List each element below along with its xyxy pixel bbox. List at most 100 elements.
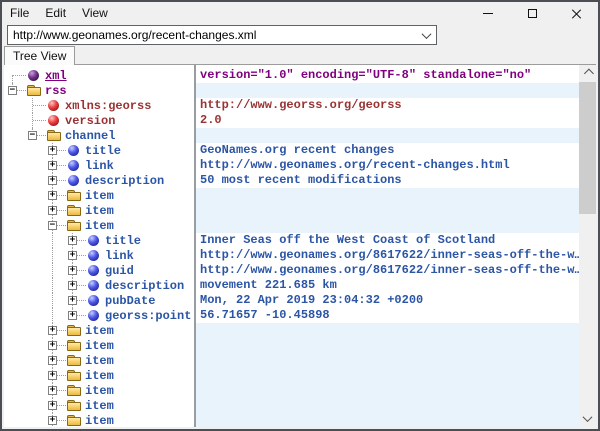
tree-node-label: title bbox=[83, 144, 121, 158]
value-row[interactable]: Inner Seas off the West Coast of Scotlan… bbox=[196, 233, 596, 248]
tree-guide bbox=[6, 413, 26, 427]
value-row[interactable]: movement 221.685 km bbox=[196, 278, 596, 293]
maximize-button[interactable] bbox=[510, 2, 554, 24]
expand-icon[interactable]: + bbox=[48, 401, 57, 410]
menu-edit[interactable]: Edit bbox=[37, 3, 74, 23]
scroll-up-button[interactable] bbox=[579, 65, 596, 82]
tree-node-label: item bbox=[83, 399, 114, 413]
tree-node-pubDate[interactable]: +pubDate bbox=[4, 293, 194, 308]
value-row[interactable]: version="1.0" encoding="UTF-8" standalon… bbox=[196, 68, 596, 83]
tree-guide bbox=[6, 323, 26, 338]
tree-guide bbox=[26, 293, 46, 308]
expand-icon[interactable]: + bbox=[68, 281, 77, 290]
collapse-icon[interactable]: − bbox=[28, 131, 37, 140]
tree-node-label: rss bbox=[43, 84, 67, 98]
tree-node-item[interactable]: + item bbox=[4, 398, 194, 413]
tree-node-description[interactable]: + description bbox=[4, 278, 194, 293]
expand-icon[interactable]: + bbox=[68, 236, 77, 245]
tree-node-item[interactable]: +item bbox=[4, 323, 194, 338]
tree-node-label: description bbox=[103, 279, 184, 293]
expand-icon[interactable]: + bbox=[48, 191, 57, 200]
scrollbar-thumb[interactable] bbox=[579, 82, 596, 214]
collapse-icon[interactable]: − bbox=[48, 221, 57, 230]
tree-node-guid[interactable]: +guid bbox=[4, 263, 194, 278]
expand-icon[interactable]: + bbox=[48, 146, 57, 155]
tree-node-link[interactable]: +link bbox=[4, 248, 194, 263]
close-button[interactable] bbox=[554, 2, 598, 24]
tree-node-title[interactable]: +title bbox=[4, 233, 194, 248]
tree-guide: + bbox=[46, 323, 66, 338]
tree-node-item[interactable]: −item bbox=[4, 218, 194, 233]
expand-icon[interactable]: + bbox=[48, 341, 57, 350]
element-icon bbox=[66, 143, 83, 158]
tree-node-description[interactable]: +description bbox=[4, 173, 194, 188]
expand-icon[interactable]: + bbox=[48, 386, 57, 395]
value-row[interactable]: 56.71657 -10.45898 bbox=[196, 308, 596, 323]
tree-guide: + bbox=[46, 203, 66, 218]
expand-icon[interactable]: + bbox=[48, 356, 57, 365]
tree-node-item[interactable]: + item bbox=[4, 338, 194, 353]
expand-icon[interactable]: + bbox=[48, 326, 57, 335]
tree-node-label: item bbox=[83, 189, 114, 203]
chevron-up-icon bbox=[584, 69, 594, 79]
value-row[interactable]: http://www.geonames.org/8617622/inner-se… bbox=[196, 248, 596, 263]
collapse-icon[interactable]: − bbox=[8, 86, 17, 95]
value-row[interactable]: Mon, 22 Apr 2019 23:04:32 +0200 bbox=[196, 293, 596, 308]
tree-node-link[interactable]: +link bbox=[4, 158, 194, 173]
expand-icon[interactable]: + bbox=[68, 311, 77, 320]
tree-guide: + bbox=[46, 143, 66, 158]
url-combobox[interactable] bbox=[7, 25, 437, 45]
tree-node-item[interactable]: +item bbox=[4, 353, 194, 368]
value-row[interactable]: http://www.geonames.org/recent-changes.h… bbox=[196, 158, 596, 173]
tree-node-item[interactable]: +item bbox=[4, 413, 194, 427]
tree-node-xml[interactable]: xml bbox=[4, 68, 194, 83]
menu-view[interactable]: View bbox=[74, 3, 116, 23]
tree-guide bbox=[26, 98, 46, 113]
value-row[interactable]: 50 most recent modifications bbox=[196, 173, 596, 188]
menu-bar: FileEditView bbox=[2, 2, 598, 24]
expand-icon[interactable]: + bbox=[68, 296, 77, 305]
tree-node-item[interactable]: +item bbox=[4, 383, 194, 398]
tree-node-rss[interactable]: − rss bbox=[4, 83, 194, 98]
expand-icon[interactable]: + bbox=[68, 251, 77, 260]
expand-icon[interactable]: + bbox=[48, 161, 57, 170]
element-icon bbox=[66, 173, 83, 188]
expand-icon[interactable]: + bbox=[48, 176, 57, 185]
tree-guide: + bbox=[46, 413, 66, 427]
expand-icon[interactable]: + bbox=[48, 206, 57, 215]
chevron-down-icon bbox=[422, 29, 432, 39]
value-row[interactable]: http://www.georss.org/georss bbox=[196, 98, 596, 113]
tree-node-label: version bbox=[63, 114, 115, 128]
folder-icon bbox=[66, 368, 83, 383]
value-row[interactable]: GeoNames.org recent changes bbox=[196, 143, 596, 158]
tree-node-item[interactable]: +item bbox=[4, 203, 194, 218]
tree-guide: + bbox=[46, 158, 66, 173]
tab-tree-view[interactable]: Tree View bbox=[4, 46, 75, 65]
tree-node-title[interactable]: + title bbox=[4, 143, 194, 158]
xml-declaration-icon bbox=[26, 68, 43, 83]
value-row[interactable]: http://www.geonames.org/8617622/inner-se… bbox=[196, 263, 596, 278]
tree-guide bbox=[6, 158, 26, 173]
expand-icon[interactable]: + bbox=[48, 416, 57, 425]
folder-icon bbox=[46, 128, 63, 143]
value-row[interactable]: 2.0 bbox=[196, 113, 596, 128]
tree-node-item[interactable]: + item bbox=[4, 188, 194, 203]
tree-node-item[interactable]: +item bbox=[4, 368, 194, 383]
menu-file[interactable]: File bbox=[2, 3, 37, 23]
scroll-down-button[interactable] bbox=[579, 410, 596, 427]
tree-node-version[interactable]: version bbox=[4, 113, 194, 128]
expand-icon[interactable]: + bbox=[48, 371, 57, 380]
value-row bbox=[196, 323, 596, 338]
tree-node-xmlns:georss[interactable]: xmlns:georss bbox=[4, 98, 194, 113]
tree-guide bbox=[6, 68, 26, 83]
vertical-scrollbar[interactable] bbox=[579, 65, 596, 427]
tree-node-georss:point[interactable]: +georss:point bbox=[4, 308, 194, 323]
tree-node-label: item bbox=[83, 339, 114, 353]
tree-node-channel[interactable]: −channel bbox=[4, 128, 194, 143]
tree-guide: + bbox=[46, 368, 66, 383]
url-input[interactable] bbox=[8, 27, 417, 43]
expand-icon[interactable]: + bbox=[68, 266, 77, 275]
minimize-button[interactable] bbox=[466, 2, 510, 24]
tree-guide bbox=[26, 188, 46, 203]
combobox-dropdown-button[interactable] bbox=[417, 26, 436, 44]
